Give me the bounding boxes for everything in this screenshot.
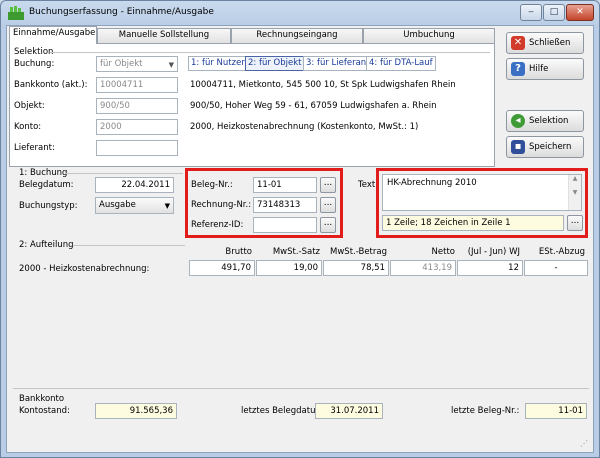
divider <box>73 245 185 246</box>
selektion-heading: Selektion <box>14 47 54 57</box>
referenz-browse-button[interactable]: ... <box>320 217 336 233</box>
belegnr-input[interactable]: 11-01 <box>253 177 317 193</box>
buchungstyp-select[interactable]: Ausgabe ▼ <box>95 197 174 214</box>
letztes-belegdatum-field: 31.07.2011 <box>315 403 383 419</box>
belegdatum-input[interactable]: 22.04.2011 <box>95 177 174 193</box>
speichern-label: Speichern <box>529 142 572 152</box>
bankkonto-input[interactable]: 10004711 <box>96 77 178 93</box>
text-status-field: 1 Zeile; 18 Zeichen in Zeile 1 <box>382 215 564 231</box>
save-icon: ▪ <box>511 139 525 154</box>
column-header-wj: (Jul - Jun) WJ <box>467 247 520 257</box>
tab-einnahme-ausgabe[interactable]: Einnahme/Ausgabe <box>9 26 97 44</box>
schliessen-button[interactable]: ✕ Schließen <box>506 32 584 54</box>
kontostand-label: Kontostand: <box>19 406 70 416</box>
selektion-button-label: Selektion <box>529 116 569 126</box>
referenz-input[interactable] <box>253 217 317 233</box>
scrollbar[interactable]: ▲ ▼ <box>568 175 581 210</box>
kontostand-field: 91.565,36 <box>95 403 177 419</box>
konto-label: Konto: <box>14 122 42 132</box>
title-bar[interactable]: Buchungserfassung - Einnahme/Ausgabe ‒ □… <box>1 1 599 25</box>
buchungstyp-value: Ausgabe <box>99 200 136 210</box>
mwst-satz-input[interactable]: 19,00 <box>256 260 322 276</box>
close-icon: ✕ <box>511 35 525 50</box>
link-fuer-lieferant[interactable]: 3: für Lieferant <box>303 56 373 71</box>
app-window: Buchungserfassung - Einnahme/Ausgabe ‒ □… <box>0 0 600 458</box>
referenz-label: Referenz-ID: <box>191 220 244 230</box>
buchung-heading: 1: Buchung <box>19 168 68 178</box>
app-icon <box>8 6 24 20</box>
netto-field: 413,19 <box>390 260 456 276</box>
window-client: Einnahme/Ausgabe Manuelle Sollstellung R… <box>6 25 594 453</box>
aufteilung-row-label: 2000 - Heizkostenabrechnung: <box>19 264 150 274</box>
link-fuer-nutzer[interactable]: 1: für Nutzer <box>188 56 248 71</box>
belegnr-browse-button[interactable]: ... <box>320 177 336 193</box>
link-fuer-objekt[interactable]: 2: für Objekt <box>245 56 305 71</box>
brutto-input[interactable]: 491,70 <box>189 260 255 276</box>
buchung-select[interactable]: für Objekt ▼ <box>96 56 178 72</box>
letztes-belegdatum-label: letztes Belegdatum: <box>241 406 327 416</box>
objekt-description: 900/50, Hoher Weg 59 - 61, 67059 Ludwigs… <box>190 101 437 111</box>
buchungstyp-label: Buchungstyp: <box>19 201 78 211</box>
objekt-input[interactable]: 900/50 <box>96 98 178 114</box>
window-title: Buchungserfassung - Einnahme/Ausgabe <box>29 7 214 17</box>
wj-input[interactable]: 12 <box>457 260 523 276</box>
est-abzug-input[interactable]: - <box>524 260 588 276</box>
konto-description: 2000, Heizkostenabrechnung (Kostenkonto,… <box>190 122 419 132</box>
lieferant-input[interactable] <box>96 140 178 156</box>
bankkonto-label: Bankkonto (akt.): <box>14 80 88 90</box>
bankkonto-heading: Bankkonto <box>19 394 65 404</box>
resize-grip-icon[interactable]: ⋰ <box>580 439 590 449</box>
konto-input[interactable]: 2000 <box>96 119 178 135</box>
belegdatum-label: Belegdatum: <box>19 180 74 190</box>
tab-rechnungseingang[interactable]: Rechnungseingang <box>231 28 363 43</box>
selektion-button[interactable]: ◂ Selektion <box>506 110 584 132</box>
speichern-button[interactable]: ▪ Speichern <box>506 136 584 158</box>
divider <box>65 173 183 174</box>
column-header-mwst-betrag: MwSt.-Betrag <box>330 247 387 257</box>
maximize-button[interactable]: □ <box>543 4 565 21</box>
chevron-down-icon: ▼ <box>164 202 170 210</box>
tab-umbuchung[interactable]: Umbuchung <box>363 28 495 43</box>
hilfe-label: Hilfe <box>529 64 549 74</box>
column-header-brutto: Brutto <box>225 247 252 257</box>
rechnungnr-browse-button[interactable]: ... <box>320 197 336 213</box>
divider <box>50 52 490 53</box>
lieferant-label: Lieferant: <box>14 143 55 153</box>
rechnungnr-input[interactable]: 73148313 <box>253 197 317 213</box>
close-button[interactable]: ✕ <box>566 4 594 21</box>
bankkonto-description: 10004711, Mietkonto, 545 500 10, St Spk … <box>190 80 456 90</box>
text-input-value: HK-Abrechnung 2010 <box>387 178 477 188</box>
column-header-netto: Netto <box>431 247 455 257</box>
selektion-panel: Selektion Buchung: für Objekt ▼ 1: für N… <box>9 43 495 167</box>
column-header-est-abzug: ESt.-Abzug <box>538 247 585 257</box>
mwst-betrag-input[interactable]: 78,51 <box>323 260 389 276</box>
schliessen-label: Schließen <box>529 38 571 48</box>
belegnr-label: Beleg-Nr.: <box>191 180 233 190</box>
aufteilung-heading: 2: Aufteilung <box>19 240 74 250</box>
text-browse-button[interactable]: ... <box>567 215 583 231</box>
rechnungnr-label: Rechnung-Nr.: <box>191 200 252 210</box>
buchung-label: Buchung: <box>14 59 55 69</box>
objekt-label: Objekt: <box>14 101 45 111</box>
divider <box>13 388 589 389</box>
link-fuer-dta-lauf[interactable]: 4: für DTA-Lauf <box>366 56 436 71</box>
arrow-left-icon: ◂ <box>511 113 525 128</box>
text-input[interactable]: HK-Abrechnung 2010 ▲ ▼ <box>382 174 582 211</box>
tab-manuelle-sollstellung[interactable]: Manuelle Sollstellung <box>97 28 231 43</box>
column-header-mwst-satz: MwSt.-Satz <box>272 247 320 257</box>
help-icon: ? <box>511 61 525 76</box>
letzte-belegnr-field: 11-01 <box>525 403 587 419</box>
letzte-belegnr-label: letzte Beleg-Nr.: <box>451 406 520 416</box>
hilfe-button[interactable]: ? Hilfe <box>506 58 584 80</box>
buchung-select-value: für Objekt <box>100 59 143 69</box>
minimize-button[interactable]: ‒ <box>520 4 542 21</box>
chevron-down-icon: ▼ <box>168 61 174 69</box>
